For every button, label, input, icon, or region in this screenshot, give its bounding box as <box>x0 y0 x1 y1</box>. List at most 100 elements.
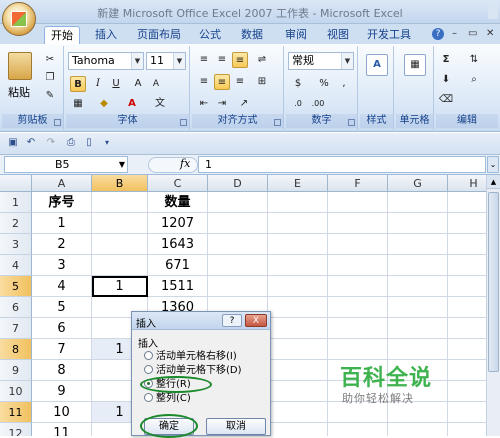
alignment-launcher-icon[interactable] <box>274 119 281 126</box>
customize-toolbar-icon[interactable]: ▾ <box>100 136 114 150</box>
sort-filter-icon[interactable]: ⇅ <box>466 52 482 68</box>
comma-icon[interactable]: , <box>336 76 352 92</box>
cell-f8[interactable] <box>328 339 388 360</box>
cell-g5[interactable] <box>388 276 448 297</box>
restore-icon[interactable]: ▭ <box>468 28 477 40</box>
row-header-9[interactable]: 9 <box>0 360 32 381</box>
find-icon[interactable]: ⌕ <box>466 72 482 88</box>
tab-developer[interactable]: 开发工具 <box>364 26 414 44</box>
cell-e6[interactable] <box>268 297 328 318</box>
row-header-8[interactable]: 8 <box>0 339 32 360</box>
border-icon[interactable]: ▦ <box>70 96 86 112</box>
formula-buttons[interactable] <box>148 157 198 173</box>
format-painter-icon[interactable]: ✎ <box>42 88 58 104</box>
cell-c1[interactable]: 数量 <box>148 192 208 213</box>
cell-f1[interactable] <box>328 192 388 213</box>
tab-insert[interactable]: 插入 <box>90 26 122 44</box>
column-header-a[interactable]: A <box>32 175 92 192</box>
cell-b1[interactable] <box>92 192 148 213</box>
help-icon[interactable]: ? <box>432 28 444 40</box>
cell-e8[interactable] <box>268 339 328 360</box>
merge-center-icon[interactable]: ⊞ <box>254 74 270 90</box>
option-entire-column[interactable]: 整列(C) <box>144 393 191 405</box>
cell-a2[interactable]: 1 <box>32 213 92 234</box>
autosum-icon[interactable]: Σ <box>438 52 454 68</box>
paste-button[interactable]: 粘贴 <box>4 84 34 100</box>
cell-a12[interactable]: 11 <box>32 423 92 436</box>
name-box[interactable]: B5 ▼ <box>4 156 128 173</box>
option-shift-down[interactable]: 活动单元格下移(D) <box>144 365 242 377</box>
clipboard-launcher-icon[interactable] <box>54 119 61 126</box>
cell-f12[interactable] <box>328 423 388 436</box>
phonetic-icon[interactable]: 文 <box>152 96 168 112</box>
tab-page-layout[interactable]: 页面布局 <box>130 26 188 44</box>
align-center-icon[interactable]: ≡ <box>214 74 230 90</box>
cell-e5[interactable] <box>268 276 328 297</box>
cell-g8[interactable] <box>388 339 448 360</box>
font-color-icon[interactable]: A <box>124 96 140 112</box>
cell-b2[interactable] <box>92 213 148 234</box>
cell-c5[interactable]: 1511 <box>148 276 208 297</box>
orientation-icon[interactable]: ↗ <box>236 96 252 112</box>
minimize-icon[interactable]: – <box>452 28 457 40</box>
currency-icon[interactable]: $ <box>290 76 306 92</box>
column-header-g[interactable]: G <box>388 175 448 192</box>
tab-data[interactable]: 数据 <box>236 26 268 44</box>
row-header-5[interactable]: 5 <box>0 276 32 297</box>
cell-g3[interactable] <box>388 234 448 255</box>
column-header-c[interactable]: C <box>148 175 208 192</box>
cell-f5[interactable] <box>328 276 388 297</box>
cell-b3[interactable] <box>92 234 148 255</box>
bold-button[interactable]: B <box>70 76 86 92</box>
font-size-select[interactable]: 11 ▼ <box>146 52 186 70</box>
row-header-7[interactable]: 7 <box>0 318 32 339</box>
align-top-icon[interactable]: ≡ <box>196 52 212 68</box>
fill-color-icon[interactable]: ◆ <box>96 96 112 112</box>
column-header-e[interactable]: E <box>268 175 328 192</box>
cell-d5[interactable] <box>208 276 268 297</box>
decrease-decimal-icon[interactable]: .00 <box>310 96 326 112</box>
redo-icon[interactable]: ↷ <box>44 136 58 150</box>
cut-icon[interactable]: ✂ <box>42 52 58 68</box>
cell-a3[interactable]: 2 <box>32 234 92 255</box>
cell-a7[interactable]: 6 <box>32 318 92 339</box>
cell-g1[interactable] <box>388 192 448 213</box>
dialog-close-icon[interactable]: X <box>245 314 267 327</box>
cell-a5[interactable]: 4 <box>32 276 92 297</box>
cell-a11[interactable]: 10 <box>32 402 92 423</box>
align-right-icon[interactable]: ≡ <box>232 74 248 90</box>
cell-f4[interactable] <box>328 255 388 276</box>
percent-icon[interactable]: % <box>316 76 332 92</box>
cell-a8[interactable]: 7 <box>32 339 92 360</box>
cell-c3[interactable]: 1643 <box>148 234 208 255</box>
cell-e9[interactable] <box>268 360 328 381</box>
scroll-up-icon[interactable]: ▲ <box>487 175 500 189</box>
cell-d1[interactable] <box>208 192 268 213</box>
cell-e1[interactable] <box>268 192 328 213</box>
tab-review[interactable]: 审阅 <box>280 26 312 44</box>
align-bottom-icon[interactable]: ≡ <box>232 52 248 68</box>
align-left-icon[interactable]: ≡ <box>196 74 212 90</box>
paste-icon[interactable] <box>8 52 32 80</box>
font-launcher-icon[interactable] <box>180 119 187 126</box>
cell-g7[interactable] <box>388 318 448 339</box>
row-header-10[interactable]: 10 <box>0 381 32 402</box>
row-header-6[interactable]: 6 <box>0 297 32 318</box>
column-header-f[interactable]: F <box>328 175 388 192</box>
font-name-select[interactable]: Tahoma ▼ <box>68 52 144 70</box>
column-header-d[interactable]: D <box>208 175 268 192</box>
new-document-icon[interactable]: ▯ <box>82 136 96 150</box>
cell-a10[interactable]: 9 <box>32 381 92 402</box>
grow-font-icon[interactable]: A <box>130 76 146 92</box>
tab-formulas[interactable]: 公式 <box>194 26 226 44</box>
number-format-select[interactable]: 常规 ▼ <box>288 52 354 70</box>
cell-f6[interactable] <box>328 297 388 318</box>
increase-decimal-icon[interactable]: .0 <box>290 96 306 112</box>
styles-icon[interactable]: A <box>366 54 388 76</box>
option-shift-right[interactable]: 活动单元格右移(I) <box>144 351 237 363</box>
expand-formula-icon[interactable]: ⌄ <box>487 156 499 173</box>
row-header-3[interactable]: 3 <box>0 234 32 255</box>
tab-view[interactable]: 视图 <box>322 26 354 44</box>
cell-a4[interactable]: 3 <box>32 255 92 276</box>
row-header-4[interactable]: 4 <box>0 255 32 276</box>
